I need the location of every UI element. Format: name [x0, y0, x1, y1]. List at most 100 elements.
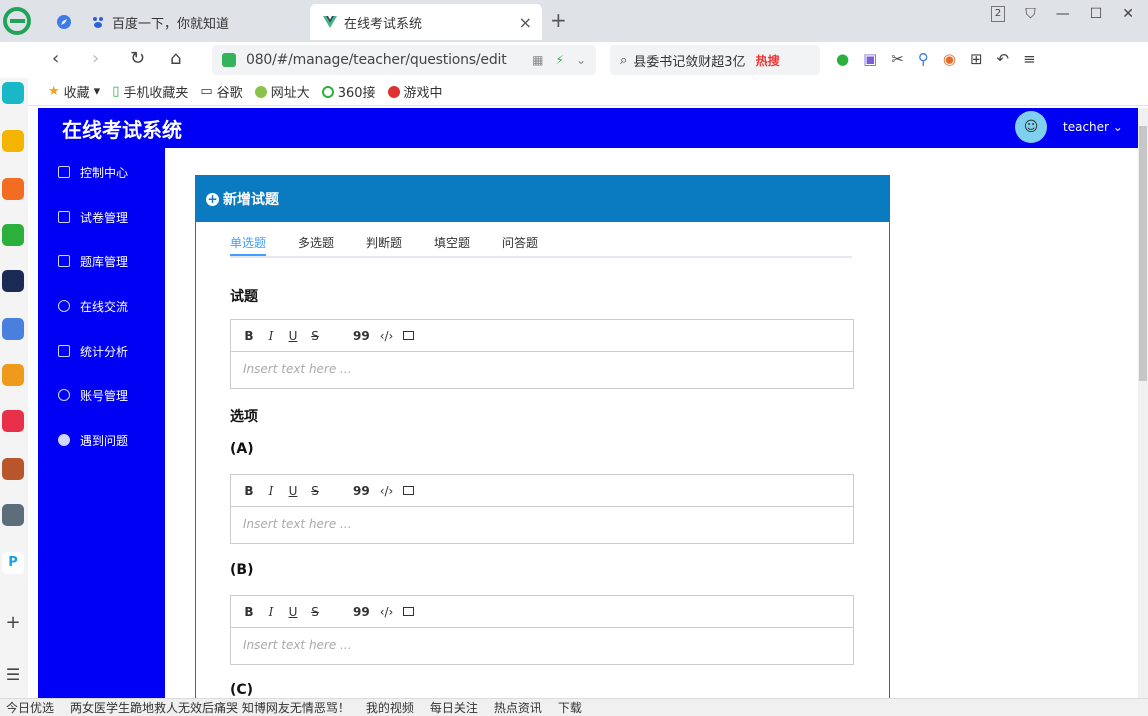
- status-item[interactable]: 两女医学生跪地救人无效后痛哭 知博网友无情恶骂！: [70, 699, 350, 716]
- menu-icon[interactable]: ≡: [1023, 50, 1036, 68]
- qr-icon[interactable]: ▦: [532, 53, 543, 67]
- menu-item-dashboard[interactable]: 控制中心: [38, 160, 165, 184]
- avatar[interactable]: ☺: [1015, 111, 1047, 143]
- menu-item-statistics[interactable]: 统计分析: [38, 339, 165, 363]
- bookmark-360[interactable]: 360接: [321, 82, 376, 101]
- user-menu[interactable]: teacher ⌄: [1063, 120, 1123, 134]
- new-tab-button[interactable]: +: [550, 8, 567, 32]
- mail-icon[interactable]: [2, 224, 24, 246]
- translate-icon[interactable]: ▣: [863, 50, 877, 68]
- bold-button[interactable]: B: [243, 329, 255, 343]
- tab-baidu[interactable]: 百度一下，你就知道: [86, 4, 308, 40]
- strike-button[interactable]: S: [309, 329, 321, 343]
- underline-button[interactable]: U: [287, 605, 299, 619]
- image-icon[interactable]: [403, 486, 415, 495]
- status-item[interactable]: 今日优选: [6, 699, 54, 716]
- status-item[interactable]: 每日关注: [430, 699, 478, 716]
- phone-icon: ▯: [112, 84, 120, 99]
- close-icon[interactable]: ×: [519, 13, 532, 32]
- p-app-icon[interactable]: P: [2, 552, 24, 574]
- browser-nav-bar: ‹ › ↻ ⌂ 080/#/manage/teacher/questions/e…: [0, 42, 1148, 78]
- option-a-editor[interactable]: B I U S 99 ‹/› Insert text here ...: [230, 474, 854, 544]
- reload-icon[interactable]: ↻: [130, 48, 145, 69]
- phone-icon: [58, 345, 70, 357]
- bookmark-url-nav[interactable]: 网址大: [254, 82, 310, 101]
- hot-search-badge[interactable]: 热搜: [756, 52, 780, 69]
- page-scrollbar[interactable]: [1138, 108, 1148, 698]
- weibo-icon[interactable]: [2, 178, 24, 200]
- underline-button[interactable]: U: [287, 484, 299, 498]
- image-icon[interactable]: [403, 331, 415, 340]
- status-item[interactable]: 下载: [558, 699, 582, 716]
- strike-button[interactable]: S: [309, 484, 321, 498]
- tab-single-choice[interactable]: 单选题: [230, 234, 266, 251]
- tab-exam-system[interactable]: 在线考试系统 ×: [310, 4, 542, 40]
- code-button[interactable]: ‹/›: [380, 329, 394, 343]
- menu-item-help[interactable]: 遇到问题: [38, 428, 165, 452]
- undo-icon[interactable]: ↶: [997, 50, 1010, 68]
- forward-icon[interactable]: ›: [92, 48, 99, 69]
- close-window-icon[interactable]: ✕: [1122, 6, 1134, 22]
- bold-button[interactable]: B: [243, 605, 255, 619]
- news-icon[interactable]: [2, 270, 24, 292]
- status-item[interactable]: 热点资讯: [494, 699, 542, 716]
- tab-fill-blank[interactable]: 填空题: [434, 234, 470, 251]
- bookmark-google[interactable]: ▭ 谷歌: [200, 82, 242, 101]
- tab-essay[interactable]: 问答题: [502, 234, 538, 251]
- quote-button[interactable]: 99: [353, 484, 370, 498]
- novel-icon[interactable]: [2, 364, 24, 386]
- chevron-down-icon[interactable]: ⌄: [576, 53, 586, 67]
- image-icon[interactable]: [403, 607, 415, 616]
- scrollbar-thumb[interactable]: [1139, 126, 1147, 381]
- star-app-icon[interactable]: [2, 130, 24, 152]
- plugin-icon[interactable]: [2, 82, 24, 104]
- italic-button[interactable]: I: [265, 605, 277, 619]
- bold-button[interactable]: B: [243, 484, 255, 498]
- menu-item-accounts[interactable]: 账号管理: [38, 383, 165, 407]
- bookmark-games[interactable]: 游戏中: [387, 82, 443, 101]
- gamepad-icon[interactable]: ◉: [943, 50, 956, 68]
- shirt-icon[interactable]: ⛉: [1025, 6, 1036, 22]
- code-button[interactable]: ‹/›: [380, 605, 394, 619]
- menu-item-chat[interactable]: 在线交流: [38, 294, 165, 318]
- active-tab-indicator: [230, 254, 266, 256]
- bookmark-favorites[interactable]: ★ 收藏 ▾: [48, 82, 100, 101]
- menu-item-question-bank[interactable]: 题库管理: [38, 249, 165, 273]
- minimize-icon[interactable]: —: [1056, 6, 1070, 22]
- back-icon[interactable]: ‹: [52, 48, 59, 69]
- maximize-icon[interactable]: ☐: [1090, 6, 1103, 22]
- quote-button[interactable]: 99: [353, 605, 370, 619]
- shop-icon[interactable]: [2, 410, 24, 432]
- pubg-icon[interactable]: [2, 504, 24, 526]
- list-icon[interactable]: ☰: [2, 664, 24, 686]
- wechat-icon[interactable]: ●: [836, 50, 849, 68]
- search-input[interactable]: ⌕ 县委书记敛财超3亿 热搜: [610, 45, 820, 75]
- tab-true-false[interactable]: 判断题: [366, 234, 402, 251]
- italic-button[interactable]: I: [265, 329, 277, 343]
- tab-multiple-choice[interactable]: 多选题: [298, 234, 334, 251]
- code-button[interactable]: ‹/›: [380, 484, 394, 498]
- strike-button[interactable]: S: [309, 605, 321, 619]
- tab-pinned[interactable]: [42, 4, 92, 40]
- lightning-icon[interactable]: ⚡: [556, 53, 564, 67]
- question-editor[interactable]: B I U S 99 ‹/› Insert text here ...: [230, 319, 854, 389]
- window-count-badge[interactable]: 2: [990, 6, 1006, 22]
- scissors-icon[interactable]: ✂: [891, 50, 904, 68]
- home-icon[interactable]: ⌂: [170, 48, 181, 69]
- editor-input[interactable]: Insert text here ...: [231, 628, 853, 664]
- quote-button[interactable]: 99: [353, 329, 370, 343]
- game-app-icon[interactable]: [2, 458, 24, 480]
- apps-grid-icon[interactable]: ⊞: [970, 50, 983, 68]
- status-item[interactable]: 我的视频: [366, 699, 414, 716]
- magnifier-icon[interactable]: ⚲: [918, 50, 929, 68]
- underline-button[interactable]: U: [287, 329, 299, 343]
- editor-input[interactable]: Insert text here ...: [231, 352, 853, 388]
- document-icon[interactable]: [2, 318, 24, 340]
- option-b-editor[interactable]: B I U S 99 ‹/› Insert text here ...: [230, 595, 854, 665]
- bookmark-mobile[interactable]: ▯ 手机收藏夹: [112, 82, 188, 101]
- add-icon[interactable]: +: [2, 612, 24, 634]
- menu-item-papers[interactable]: 试卷管理: [38, 205, 165, 229]
- italic-button[interactable]: I: [265, 484, 277, 498]
- editor-input[interactable]: Insert text here ...: [231, 507, 853, 543]
- address-bar[interactable]: 080/#/manage/teacher/questions/edit ▦ ⚡ …: [212, 45, 596, 75]
